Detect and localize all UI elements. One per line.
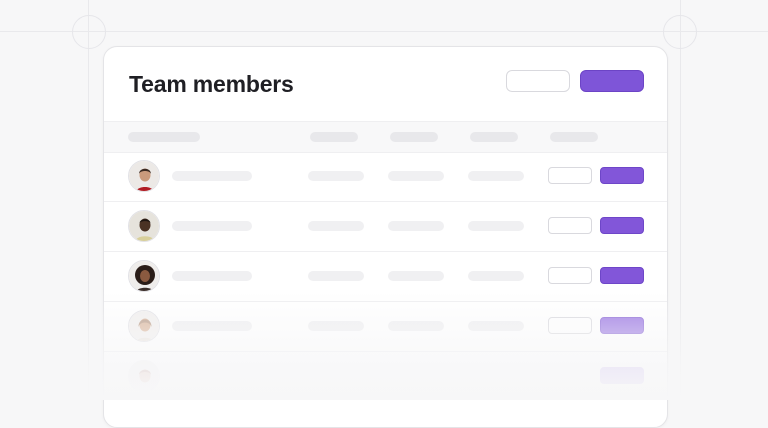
avatar: [128, 360, 160, 392]
cell-placeholder: [308, 321, 364, 331]
avatar: [128, 160, 160, 192]
table-row: [104, 251, 667, 302]
column-header-name: [128, 132, 200, 142]
guide-line: [0, 31, 768, 32]
avatar: [128, 260, 160, 292]
column-header: [310, 132, 358, 142]
guide-line: [88, 0, 89, 400]
guide-line: [680, 0, 681, 400]
avatar-woman-light-hair-icon: [129, 311, 159, 341]
name-placeholder: [172, 271, 252, 281]
cell-placeholder: [308, 221, 364, 231]
secondary-action-button[interactable]: [506, 70, 570, 92]
cell-placeholder: [388, 221, 444, 231]
guide-circle: [72, 15, 106, 49]
avatar-woman-faded-icon: [129, 361, 159, 391]
row-secondary-button[interactable]: [548, 167, 592, 184]
name-placeholder: [172, 221, 252, 231]
table-header: [104, 121, 667, 153]
cell-placeholder: [468, 221, 524, 231]
guide-circle: [663, 15, 697, 49]
table-row: [104, 151, 667, 202]
row-secondary-button[interactable]: [548, 217, 592, 234]
column-header: [470, 132, 518, 142]
page-title: Team members: [129, 71, 294, 97]
row-primary-button[interactable]: [600, 217, 644, 234]
avatar-man-dark-skin-icon: [129, 211, 159, 241]
table-row: [104, 201, 667, 252]
cell-placeholder: [308, 171, 364, 181]
cell-placeholder: [468, 271, 524, 281]
primary-action-button[interactable]: [580, 70, 644, 92]
cell-placeholder: [308, 271, 364, 281]
cell-placeholder: [388, 271, 444, 281]
avatar-woman-curly-hair-icon: [129, 261, 159, 291]
column-header-actions: [550, 132, 598, 142]
cell-placeholder: [468, 321, 524, 331]
row-secondary-button[interactable]: [548, 267, 592, 284]
table-row: [104, 301, 667, 352]
row-primary-button[interactable]: [600, 167, 644, 184]
cell-placeholder: [388, 321, 444, 331]
team-members-card: Team members: [103, 46, 668, 428]
row-primary-button[interactable]: [600, 367, 644, 384]
row-secondary-button[interactable]: [548, 317, 592, 334]
cell-placeholder: [388, 171, 444, 181]
avatar: [128, 210, 160, 242]
name-placeholder: [172, 171, 252, 181]
avatar-woman-red-top-icon: [129, 161, 159, 191]
avatar: [128, 310, 160, 342]
cell-placeholder: [468, 171, 524, 181]
name-placeholder: [172, 321, 252, 331]
column-header: [390, 132, 438, 142]
row-primary-button[interactable]: [600, 267, 644, 284]
row-primary-button[interactable]: [600, 317, 644, 334]
table-row: [104, 351, 667, 401]
